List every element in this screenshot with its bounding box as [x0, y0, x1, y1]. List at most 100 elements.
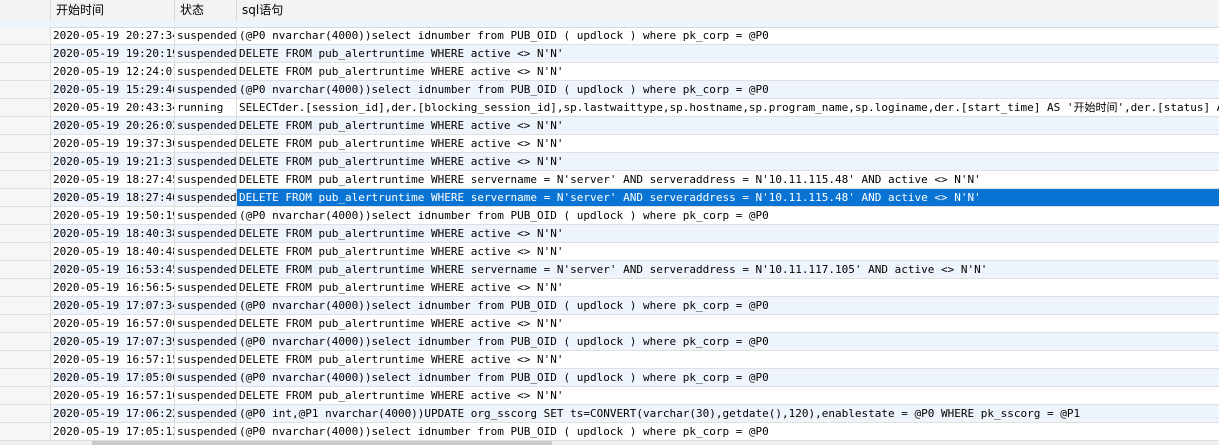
start-time-cell[interactable]: 2020-05-19 15:29:46 [51, 81, 175, 98]
sql-cell[interactable]: DELETE FROM pub_alertruntime WHERE serve… [237, 261, 1219, 278]
start-time-cell[interactable]: 2020-05-19 12:24:01 [51, 63, 175, 80]
start-time-cell[interactable]: 2020-05-19 20:43:34 [51, 99, 175, 116]
sql-cell[interactable]: DELETE FROM pub_alertruntime WHERE serve… [237, 171, 1219, 188]
row-selector[interactable] [0, 333, 51, 350]
sql-cell[interactable]: DELETE FROM pub_alertruntime WHERE activ… [237, 153, 1219, 170]
status-cell[interactable]: suspended [175, 189, 237, 206]
row-selector[interactable] [0, 99, 51, 116]
table-row[interactable]: 2020-05-19 18:27:45 suspended DELETE FROM … [0, 171, 1219, 189]
sql-cell[interactable]: (@P0 int,@P1 nvarchar(4000))UPDATE org_s… [237, 405, 1219, 422]
table-row[interactable]: 2020-05-19 16:57:00 suspended DELETE FROM … [0, 315, 1219, 333]
column-header-status[interactable]: 状态 [175, 0, 237, 21]
start-time-cell[interactable]: 2020-05-19 19:37:36 [51, 135, 175, 152]
table-row[interactable]: 2020-05-19 20:43:34 running SELECTder.[ses… [0, 99, 1219, 117]
row-selector[interactable] [0, 171, 51, 188]
row-selector[interactable] [0, 315, 51, 332]
row-selector[interactable] [0, 261, 51, 278]
status-cell[interactable]: suspended [175, 315, 237, 332]
start-time-cell[interactable]: 2020-05-19 18:27:45 [51, 171, 175, 188]
table-row[interactable]: 2020-05-19 19:20:19 suspended DELETE FROM … [0, 45, 1219, 63]
start-time-cell[interactable]: 2020-05-19 19:50:19 [51, 207, 175, 224]
status-cell[interactable]: suspended [175, 117, 237, 134]
row-selector[interactable] [0, 135, 51, 152]
sql-cell[interactable]: DELETE FROM pub_alertruntime WHERE activ… [237, 279, 1219, 296]
row-selector[interactable] [0, 45, 51, 62]
start-time-cell[interactable]: 2020-05-19 17:05:13 [51, 423, 175, 440]
table-row[interactable]: 2020-05-19 19:21:31 suspended DELETE FROM … [0, 153, 1219, 171]
row-selector[interactable] [0, 297, 51, 314]
table-row[interactable]: 2020-05-19 16:57:16 suspended DELETE FROM … [0, 387, 1219, 405]
table-row[interactable]: 2020-05-19 12:24:01 suspended DELETE FROM … [0, 63, 1219, 81]
start-time-cell[interactable]: 2020-05-19 16:57:16 [51, 387, 175, 404]
table-row[interactable]: 2020-05-19 16:56:54 suspended DELETE FROM … [0, 279, 1219, 297]
status-cell[interactable]: suspended [175, 369, 237, 386]
sql-cell[interactable]: (@P0 nvarchar(4000))select idnumber from… [237, 81, 1219, 98]
table-row[interactable]: 2020-05-19 17:07:34 suspended (@P0 nvarcha… [0, 297, 1219, 315]
sql-cell[interactable]: DELETE FROM pub_alertruntime WHERE activ… [237, 135, 1219, 152]
status-cell[interactable]: suspended [175, 63, 237, 80]
table-row[interactable]: 2020-05-19 15:29:46 suspended (@P0 nvarcha… [0, 81, 1219, 99]
horizontal-scrollbar[interactable] [0, 441, 1219, 445]
status-cell[interactable]: suspended [175, 387, 237, 404]
row-gutter-header[interactable] [0, 0, 51, 21]
sql-cell[interactable]: (@P0 nvarchar(4000))select idnumber from… [237, 297, 1219, 314]
row-selector[interactable] [0, 225, 51, 242]
status-cell[interactable]: suspended [175, 261, 237, 278]
start-time-cell[interactable]: 2020-05-19 16:57:15 [51, 351, 175, 368]
column-header-sql[interactable]: sql语句 [237, 0, 1219, 21]
table-row[interactable]: 2020-05-19 19:50:19 suspended (@P0 nvarcha… [0, 207, 1219, 225]
table-row[interactable]: 2020-05-19 20:27:34 suspended (@P0 nvarcha… [0, 27, 1219, 45]
start-time-cell[interactable]: 2020-05-19 19:20:19 [51, 45, 175, 62]
row-selector[interactable] [0, 405, 51, 422]
status-cell[interactable]: suspended [175, 207, 237, 224]
row-selector[interactable] [0, 423, 51, 440]
row-selector[interactable] [0, 153, 51, 170]
start-time-cell[interactable]: 2020-05-19 20:26:02 [51, 117, 175, 134]
table-row[interactable]: 2020-05-19 18:27:46 suspended DELETE FROM … [0, 189, 1219, 207]
row-selector[interactable] [0, 63, 51, 80]
row-selector[interactable] [0, 351, 51, 368]
table-row[interactable]: 2020-05-19 17:05:13 suspended (@P0 nvarcha… [0, 423, 1219, 441]
row-selector[interactable] [0, 81, 51, 98]
column-header-start-time[interactable]: 开始时间 [51, 0, 175, 21]
status-cell[interactable]: suspended [175, 81, 237, 98]
start-time-cell[interactable]: 2020-05-19 17:07:34 [51, 297, 175, 314]
start-time-cell[interactable]: 2020-05-19 16:56:54 [51, 279, 175, 296]
start-time-cell[interactable]: 2020-05-19 18:40:38 [51, 225, 175, 242]
result-grid[interactable]: 开始时间 状态 sql语句 2020-05-19 20:27:34 suspend… [0, 0, 1219, 445]
start-time-cell[interactable]: 2020-05-19 17:07:39 [51, 333, 175, 350]
row-selector[interactable] [0, 207, 51, 224]
status-cell[interactable]: suspended [175, 405, 237, 422]
status-cell[interactable]: suspended [175, 135, 237, 152]
sql-cell[interactable]: DELETE FROM pub_alertruntime WHERE activ… [237, 225, 1219, 242]
table-row[interactable]: 2020-05-19 17:06:22 suspended (@P0 int,@P1… [0, 405, 1219, 423]
sql-cell[interactable]: DELETE FROM pub_alertruntime WHERE activ… [237, 243, 1219, 260]
start-time-cell[interactable]: 2020-05-19 16:57:00 [51, 315, 175, 332]
status-cell[interactable]: suspended [175, 27, 237, 44]
status-cell[interactable]: suspended [175, 243, 237, 260]
start-time-cell[interactable]: 2020-05-19 20:27:34 [51, 27, 175, 44]
start-time-cell[interactable]: 2020-05-19 17:05:00 [51, 369, 175, 386]
sql-cell[interactable]: DELETE FROM pub_alertruntime WHERE activ… [237, 315, 1219, 332]
table-row[interactable]: 2020-05-19 19:37:36 suspended DELETE FROM … [0, 135, 1219, 153]
status-cell[interactable]: suspended [175, 351, 237, 368]
status-cell[interactable]: suspended [175, 333, 237, 350]
sql-cell[interactable]: DELETE FROM pub_alertruntime WHERE activ… [237, 63, 1219, 80]
scrollbar-thumb[interactable] [92, 441, 552, 445]
start-time-cell[interactable]: 2020-05-19 19:21:31 [51, 153, 175, 170]
table-row[interactable]: 2020-05-19 17:07:39 suspended (@P0 nvarcha… [0, 333, 1219, 351]
sql-cell[interactable]: DELETE FROM pub_alertruntime WHERE activ… [237, 387, 1219, 404]
row-selector[interactable] [0, 387, 51, 404]
sql-cell[interactable]: DELETE FROM pub_alertruntime WHERE activ… [237, 117, 1219, 134]
row-selector[interactable] [0, 189, 51, 206]
start-time-cell[interactable]: 2020-05-19 16:53:45 [51, 261, 175, 278]
status-cell[interactable]: suspended [175, 45, 237, 62]
table-row[interactable]: 2020-05-19 16:57:15 suspended DELETE FROM … [0, 351, 1219, 369]
status-cell[interactable]: running [175, 99, 237, 116]
sql-cell[interactable]: DELETE FROM pub_alertruntime WHERE activ… [237, 351, 1219, 368]
row-selector[interactable] [0, 279, 51, 296]
status-cell[interactable]: suspended [175, 171, 237, 188]
table-row[interactable]: 2020-05-19 17:05:00 suspended (@P0 nvarcha… [0, 369, 1219, 387]
sql-cell[interactable]: (@P0 nvarchar(4000))select idnumber from… [237, 369, 1219, 386]
status-cell[interactable]: suspended [175, 153, 237, 170]
